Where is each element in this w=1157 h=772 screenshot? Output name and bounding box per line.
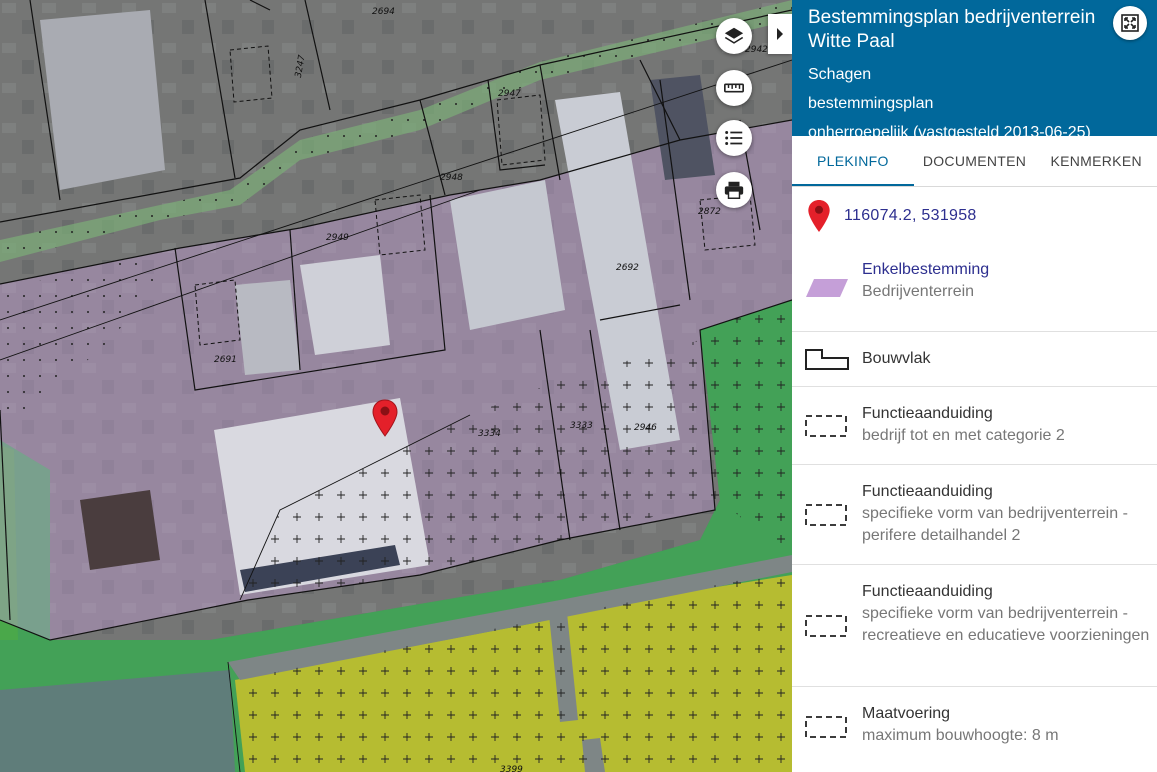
location-pin-icon — [808, 200, 830, 232]
parcel-number: 3334 — [478, 429, 501, 439]
fullscreen-icon — [1121, 14, 1139, 32]
map-canvas[interactable]: 2694 3247 2942 2947 2948 2949 2872 2692 … — [0, 0, 792, 772]
legend-item-desc: specifieke vorm van bedrijventerrein - r… — [862, 605, 1150, 644]
legend-item-desc: Bedrijventerrein — [862, 283, 975, 300]
plan-title: Bestemmingsplan bedrijventerrein Witte P… — [808, 6, 1141, 54]
parcel-number: 2949 — [326, 233, 349, 243]
parcel-number: 2948 — [440, 173, 463, 183]
coordinate-row: 116074.2, 531958 — [792, 187, 1157, 245]
legend-item-title: Enkelbestemming — [862, 261, 990, 278]
legend-item-title: Maatvoering — [862, 705, 951, 722]
legend-item-maatvoering[interactable]: Maatvoering maximum bouwhoogte: 8 m — [792, 687, 1157, 767]
plan-status: onherroepelijk (vastgesteld 2013-06-25) — [808, 124, 1091, 141]
parcel-number: 2694 — [372, 7, 395, 17]
parcel-number: 3333 — [570, 421, 593, 431]
legend-button[interactable] — [716, 120, 752, 156]
measure-button[interactable] — [716, 70, 752, 106]
layers-button[interactable] — [716, 18, 752, 54]
coordinates-link[interactable]: 116074.2, 531958 — [844, 207, 977, 225]
legend-item-functieaanduiding[interactable]: Functieaanduiding specifieke vorm van be… — [792, 565, 1157, 687]
legend-item-title: Functieaanduiding — [862, 483, 993, 500]
legend-item-functieaanduiding[interactable]: Functieaanduiding bedrijf tot en met cat… — [792, 387, 1157, 465]
parcel-number: 2947 — [498, 89, 521, 99]
bedrijventerrein-swatch-icon — [806, 279, 848, 297]
bouwvlak-icon — [805, 349, 849, 370]
parcel-number: 2946 — [634, 423, 657, 433]
ruler-icon — [724, 83, 744, 93]
legend-item-title: Functieaanduiding — [862, 583, 993, 600]
print-button[interactable] — [716, 172, 752, 208]
legend-item-bouwvlak[interactable]: Bouwvlak — [792, 332, 1157, 387]
legend-item-title: Functieaanduiding — [862, 405, 993, 422]
info-panel: Bestemmingsplan bedrijventerrein Witte P… — [792, 0, 1157, 772]
layers-icon — [724, 27, 744, 44]
chevron-right-icon — [777, 28, 783, 40]
list-icon — [725, 131, 743, 145]
legend-item-functieaanduiding[interactable]: Functieaanduiding specifieke vorm van be… — [792, 465, 1157, 565]
parcel-number: 2872 — [698, 207, 721, 217]
legend-item-enkelbestemming[interactable]: Enkelbestemming Bedrijventerrein — [792, 245, 1157, 332]
legend-item-title: Bouwvlak — [862, 350, 931, 367]
dashed-box-icon — [805, 614, 847, 637]
plan-header: Bestemmingsplan bedrijventerrein Witte P… — [792, 0, 1157, 141]
dashed-box-icon — [805, 503, 847, 526]
legend-item-desc: maximum bouwhoogte: 8 m — [862, 727, 1059, 744]
plan-title-line2: Witte Paal — [808, 31, 895, 52]
legend-item-desc: specifieke vorm van bedrijventerrein - p… — [862, 505, 1128, 544]
fullscreen-button[interactable] — [1113, 6, 1147, 40]
plan-title-line1: Bestemmingsplan bedrijventerrein — [808, 7, 1096, 28]
collapse-panel-button[interactable] — [768, 14, 792, 54]
parcel-number: 2691 — [214, 355, 237, 365]
printer-icon — [724, 181, 744, 199]
plan-municipality: Schagen — [808, 66, 872, 83]
map-view[interactable]: 2694 3247 2942 2947 2948 2949 2872 2692 … — [0, 0, 792, 772]
dashed-box-icon — [805, 414, 847, 437]
parcel-number: 2692 — [616, 263, 639, 273]
dashed-box-icon — [805, 716, 847, 738]
plan-type: bestemmingsplan — [808, 95, 934, 112]
legend-item-desc: bedrijf tot en met categorie 2 — [862, 427, 1065, 444]
parcel-number: 3399 — [500, 765, 523, 772]
